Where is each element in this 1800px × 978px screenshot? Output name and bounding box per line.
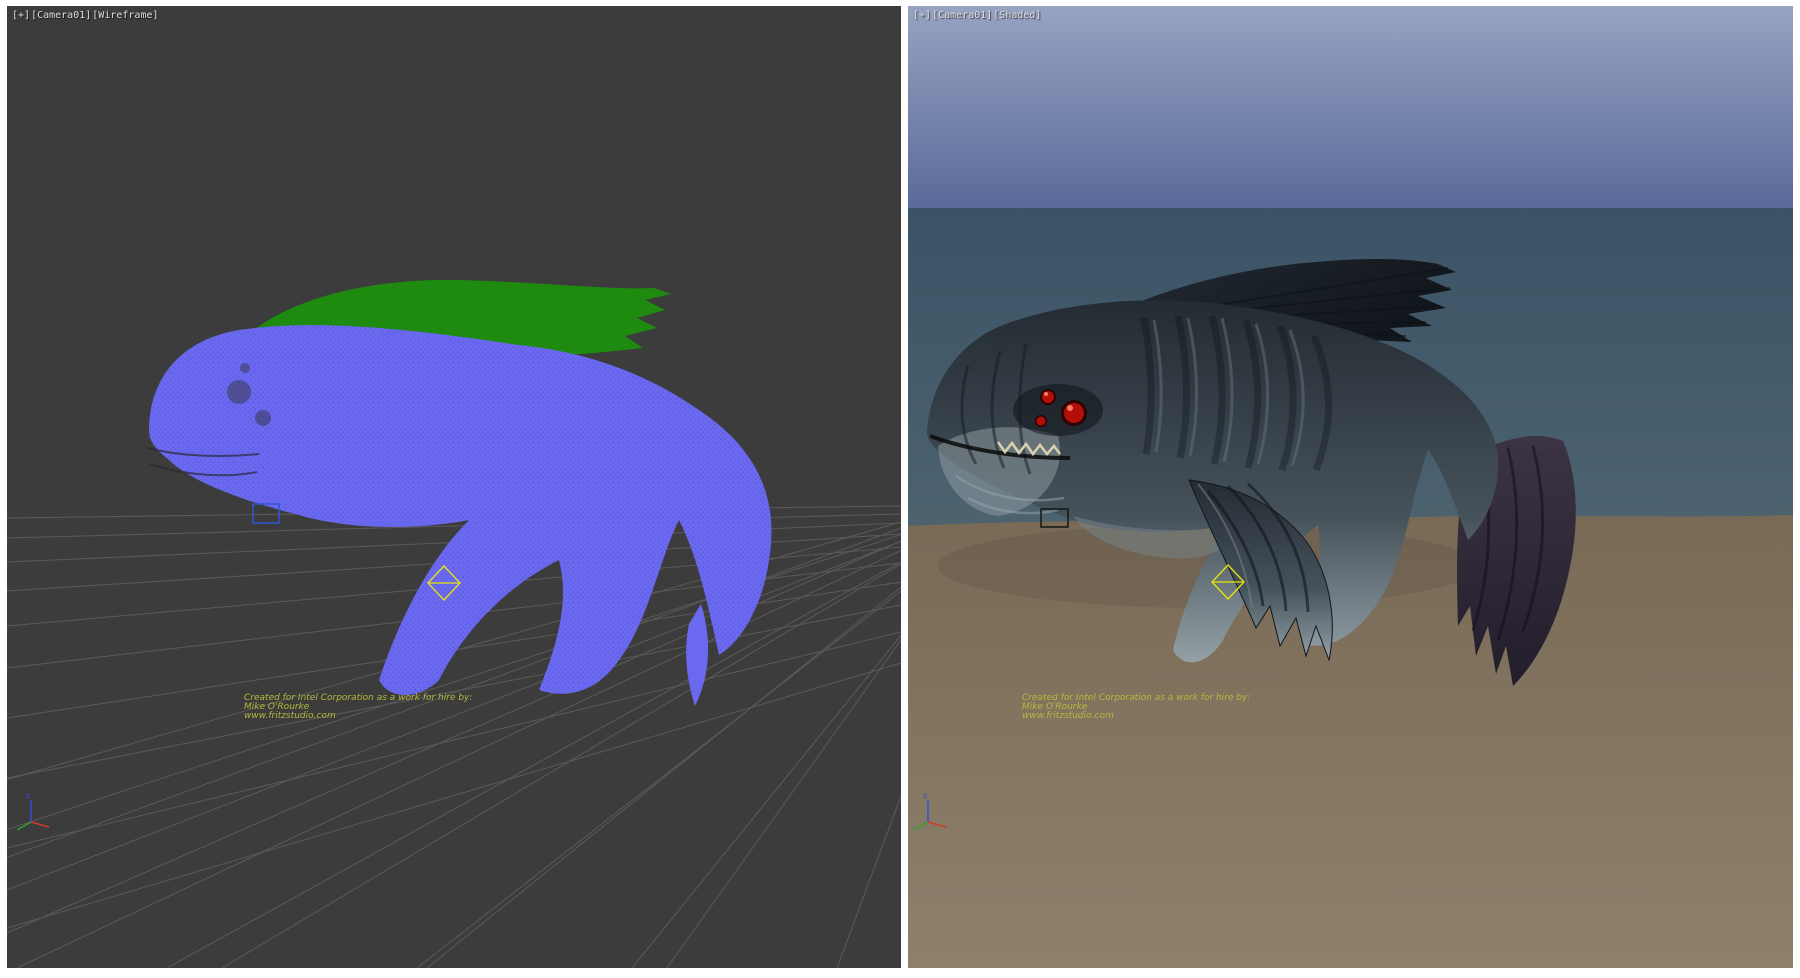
watermark-line-3: www.fritzstudio.com [244,712,472,721]
watermark-line-3: www.fritzstudio.com [1022,712,1250,721]
eye-socket-shadow [1013,384,1103,436]
viewport-shaded[interactable]: z [+][Camera01][Shaded] Created for Inte… [908,6,1793,968]
viewport-menu-mode[interactable]: [Wireframe] [92,10,158,21]
viewport-label: [+][Camera01][Wireframe] [12,10,160,21]
axis-z-label: z [923,791,927,800]
viewport-label: [+][Camera01][Shaded] [913,10,1042,21]
shaded-scene: z [908,6,1793,968]
viewport-menu-mode[interactable]: [Shaded] [993,10,1041,21]
sky [908,6,1793,208]
fish-tail-tip[interactable] [686,604,708,706]
dual-viewport-canvas: z [+][Camera01][Wireframe] Created for I… [0,0,1800,978]
watermark-text: Created for Intel Corporation as a work … [244,694,472,721]
viewport-menu-plus[interactable]: [+] [913,10,931,21]
fish-model-wireframe[interactable] [147,280,771,706]
viewport-wireframe[interactable]: z [+][Camera01][Wireframe] Created for I… [7,6,901,968]
viewport-menu-camera[interactable]: [Camera01] [31,10,91,21]
viewport-menu-camera[interactable]: [Camera01] [932,10,992,21]
wireframe-scene: z [7,6,901,968]
axis-z-label: z [26,791,30,800]
viewport-menu-plus[interactable]: [+] [12,10,30,21]
watermark-text: Created for Intel Corporation as a work … [1022,694,1250,721]
viewport-splitter[interactable] [901,6,908,968]
